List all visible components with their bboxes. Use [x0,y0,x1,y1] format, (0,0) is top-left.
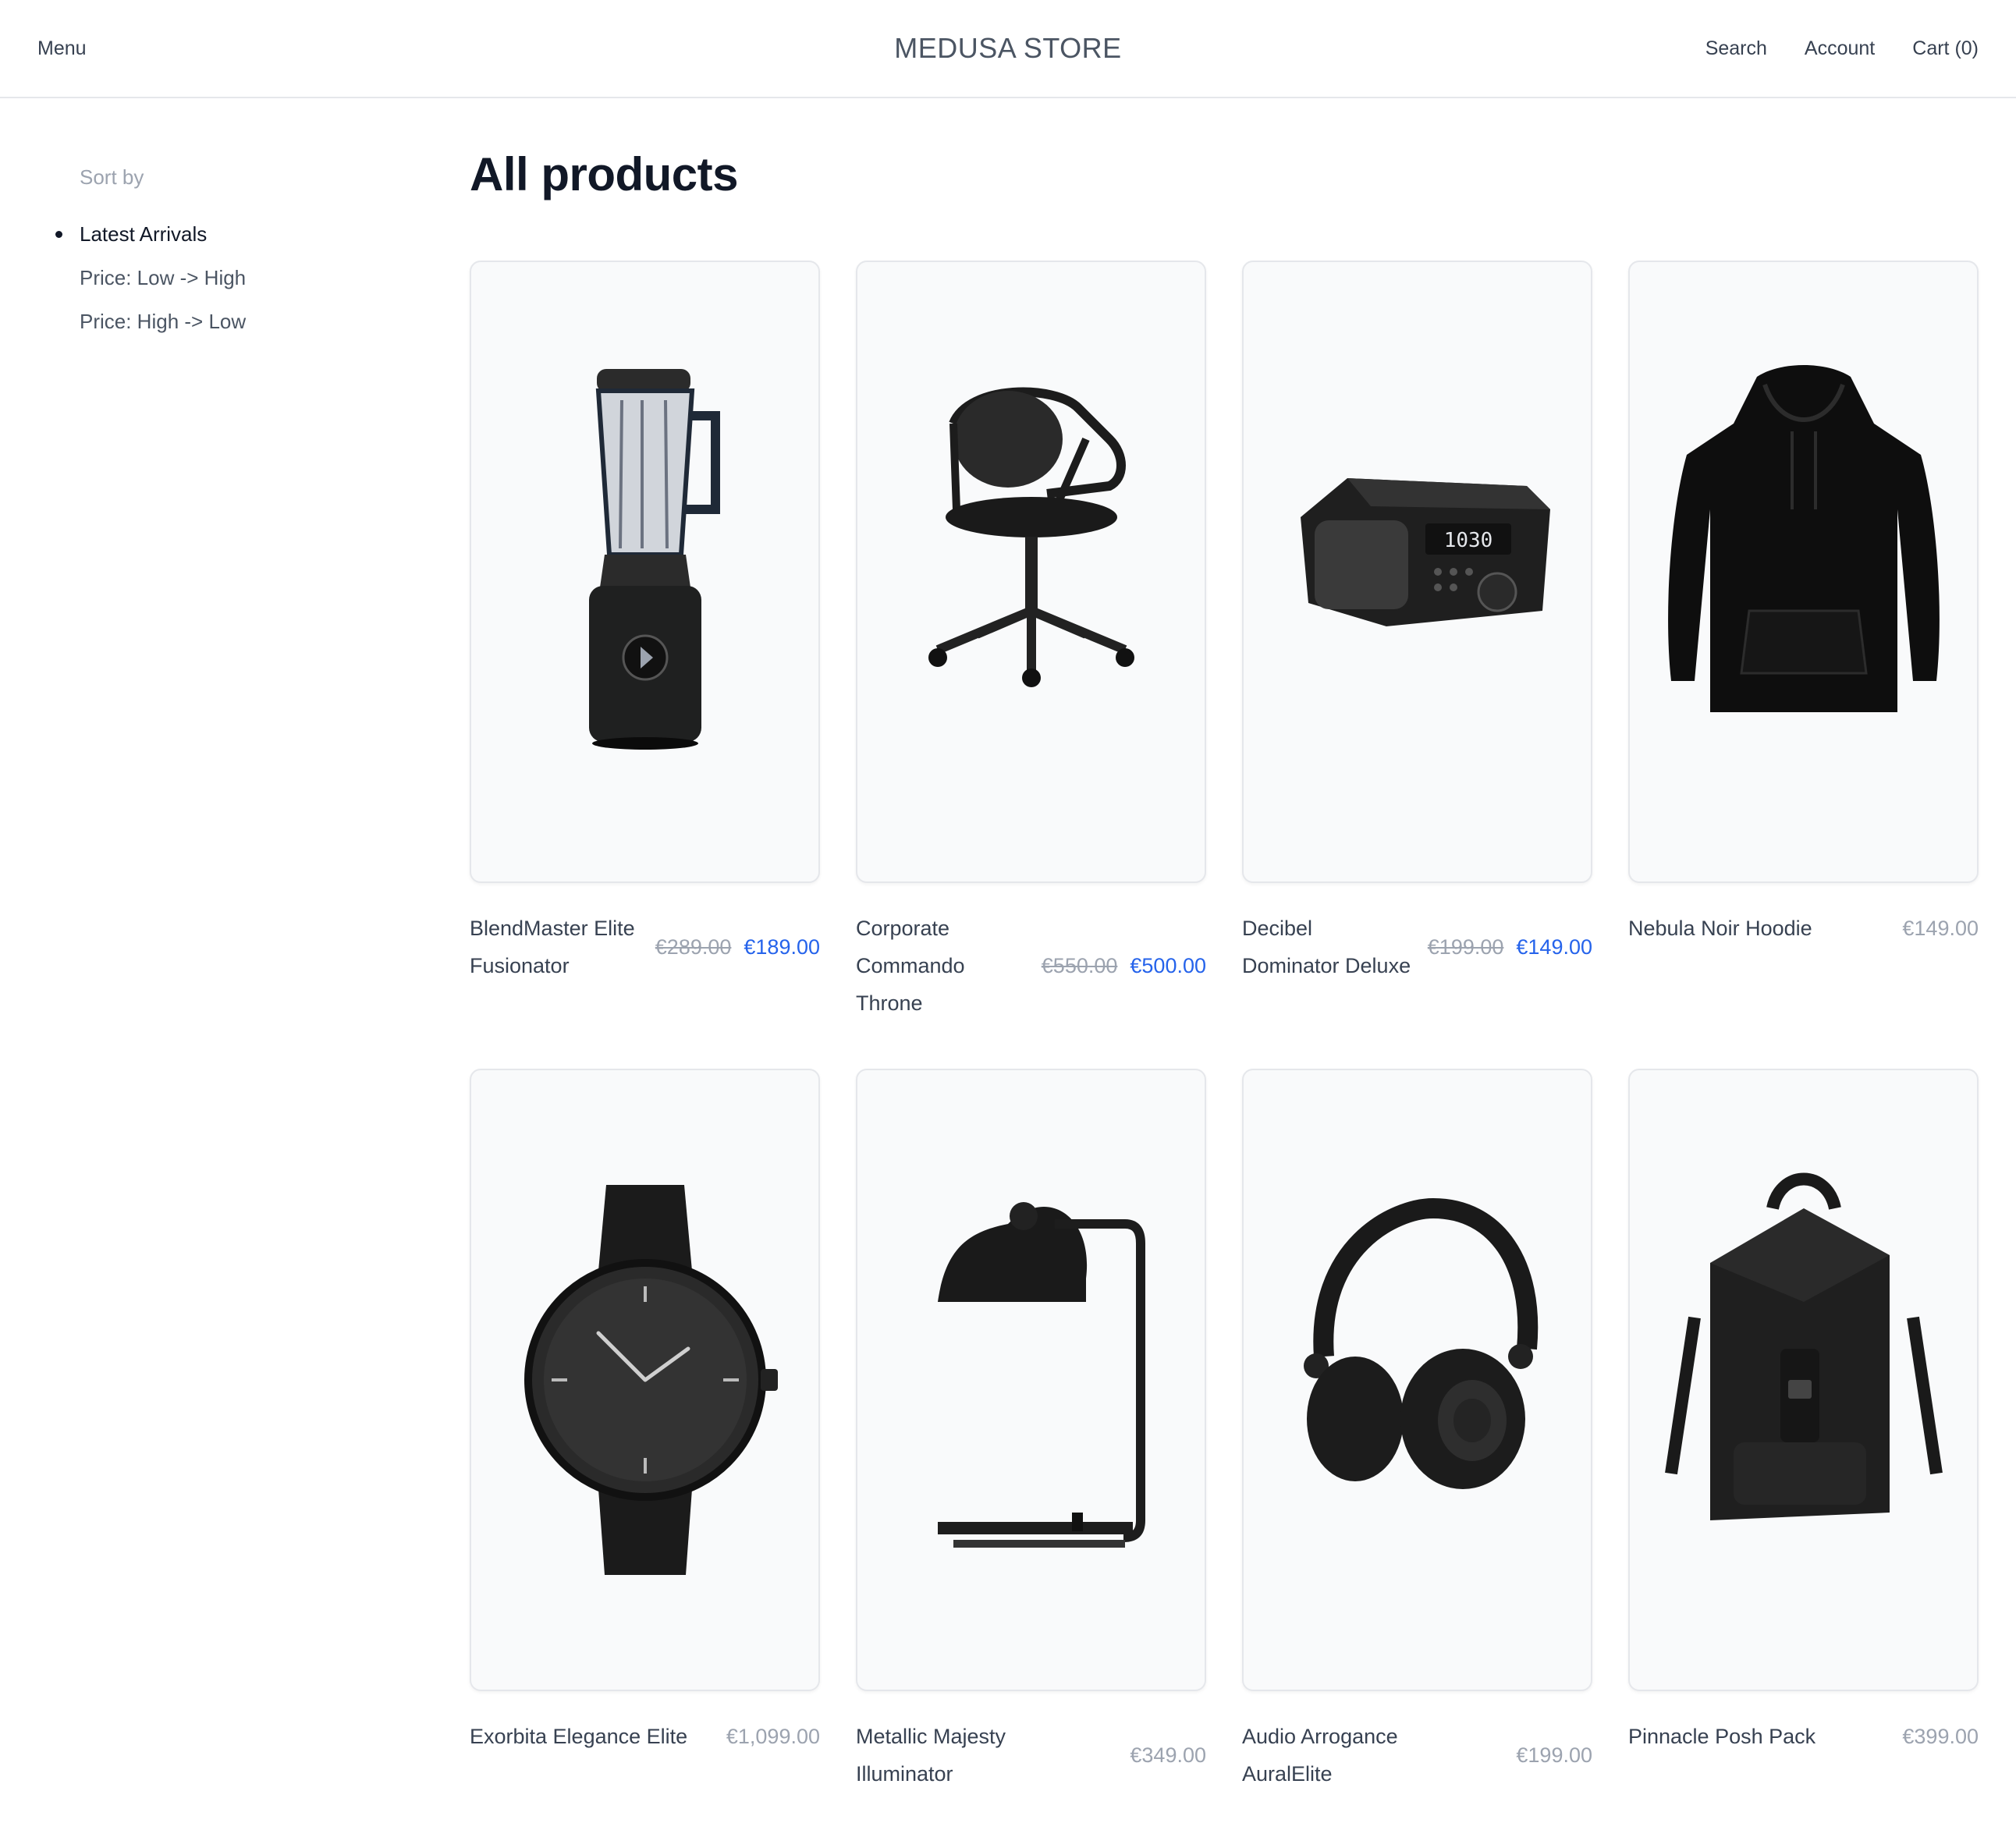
product-prices: €550.00 €500.00 [1042,954,1206,978]
product-card[interactable]: Exorbita Elegance Elite €1,099.00 [470,1069,820,1823]
product-info: Metallic Majesty Illuminator €349.00 [856,1718,1206,1793]
product-name: Nebula Noir Hoodie [1628,917,1812,940]
sort-option-label: Latest Arrivals [80,222,208,246]
product-card[interactable]: Corporate Commando Throne €550.00 €500.0… [856,261,1206,1069]
product-info: Exorbita Elegance Elite €1,099.00 [470,1718,820,1755]
sale-price: €149.00 [1516,935,1592,959]
header-actions: Search Account Cart (0) [1705,34,1979,62]
menu-button[interactable]: Menu [37,34,87,62]
product-card[interactable]: BlendMaster Elite Fusionator €289.00 €18… [470,261,820,1069]
radio-speaker-image: 1030 [1300,478,1550,626]
backpack-image [1664,1172,1943,1520]
office-chair-image [928,387,1134,687]
product-prices: €149.00 [1902,917,1979,941]
product-name: Decibel Dominator Deluxe [1242,917,1411,977]
clock-display: 1030 [1443,529,1492,552]
account-link[interactable]: Account [1805,34,1875,62]
product-thumbnail[interactable] [1242,1069,1592,1691]
product-name: Corporate Commando Throne [856,917,965,1015]
original-price: €199.00 [1427,935,1504,959]
product-price: €399.00 [1902,1724,1979,1748]
product-card[interactable]: Nebula Noir Hoodie €149.00 [1628,261,1979,1069]
original-price: €289.00 [655,935,732,959]
sort-by-label: Sort by [80,165,144,189]
product-info: Audio Arrogance AuralElite €199.00 [1242,1718,1592,1793]
product-name: Exorbita Elegance Elite [470,1725,688,1748]
headphones-image [1303,1197,1538,1489]
product-name: Pinnacle Posh Pack [1628,1725,1816,1748]
product-info: BlendMaster Elite Fusionator €289.00 €18… [470,910,820,984]
product-card[interactable]: Metallic Majesty Illuminator €349.00 [856,1069,1206,1823]
product-thumbnail[interactable] [1628,1069,1979,1691]
product-name: BlendMaster Elite Fusionator [470,917,635,977]
product-thumbnail[interactable] [1628,261,1979,883]
sale-price: €189.00 [744,935,820,959]
search-link[interactable]: Search [1705,34,1767,62]
product-grid: BlendMaster Elite Fusionator €289.00 €18… [470,261,1979,1823]
selected-indicator-icon [37,230,80,238]
product-thumbnail[interactable] [470,261,820,883]
top-nav: Menu MEDUSA STORE Search Account Cart (0… [0,0,2016,98]
product-price: €1,099.00 [726,1724,820,1748]
product-info: Pinnacle Posh Pack €399.00 [1628,1718,1979,1755]
sort-option-price-low-high[interactable]: Price: Low -> High [37,256,246,300]
blender-image [588,369,720,750]
product-card[interactable]: Audio Arrogance AuralElite €199.00 [1242,1069,1592,1823]
product-name: Audio Arrogance AuralElite [1242,1725,1398,1786]
product-thumbnail[interactable] [856,261,1206,883]
product-card[interactable]: Pinnacle Posh Pack €399.00 [1628,1069,1979,1823]
sort-option-label: Price: High -> Low [80,310,247,333]
original-price: €550.00 [1041,953,1118,977]
page-title: All products [470,148,739,200]
product-prices: €199.00 [1516,1743,1592,1768]
product-card[interactable]: 1030 Decibel Dominator Deluxe €199.00 €1… [1242,261,1592,1069]
product-info: Corporate Commando Throne €550.00 €500.0… [856,910,1206,1022]
hoodie-image [1667,365,1940,712]
product-info: Decibel Dominator Deluxe €199.00 €149.00 [1242,910,1592,984]
sort-options: Latest Arrivals Price: Low -> High Price… [37,212,246,343]
wristwatch-image [524,1185,778,1575]
product-prices: €399.00 [1902,1725,1979,1749]
store-logo-link[interactable]: MEDUSA STORE [894,32,1121,64]
desk-lamp-image [937,1202,1145,1548]
product-price: €199.00 [1516,1743,1592,1767]
product-info: Nebula Noir Hoodie €149.00 [1628,910,1979,947]
product-thumbnail[interactable] [470,1069,820,1691]
product-prices: €199.00 €149.00 [1428,935,1592,959]
product-price: €149.00 [1902,916,1979,940]
product-name: Metallic Majesty Illuminator [856,1725,1006,1786]
cart-link[interactable]: Cart (0) [1912,34,1979,62]
sort-option-label: Price: Low -> High [80,266,247,289]
product-thumbnail[interactable] [856,1069,1206,1691]
product-prices: €349.00 [1130,1743,1206,1768]
sale-price: €500.00 [1130,953,1206,977]
product-price: €349.00 [1130,1743,1206,1767]
product-prices: €289.00 €189.00 [655,935,820,959]
sort-option-latest-arrivals[interactable]: Latest Arrivals [37,212,246,256]
sort-option-price-high-low[interactable]: Price: High -> Low [37,300,246,343]
product-prices: €1,099.00 [726,1725,820,1749]
product-thumbnail[interactable]: 1030 [1242,261,1592,883]
